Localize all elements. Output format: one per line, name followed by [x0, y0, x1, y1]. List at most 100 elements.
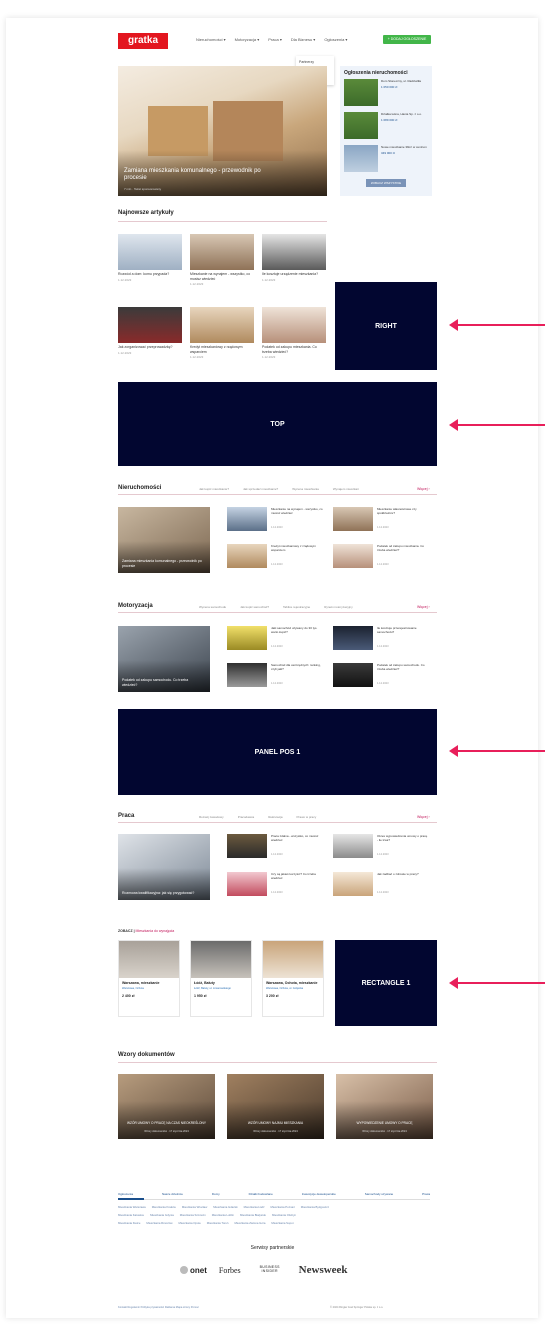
footer-divider — [118, 1198, 430, 1200]
footer-tab[interactable]: Ogłoszenia — [118, 1192, 133, 1196]
nav-item-nieruchomosci[interactable]: Nieruchomości ▾ — [196, 37, 226, 47]
copyright: © 2024 Ringier Axel Springer Polska sp. … — [330, 1306, 384, 1309]
dropdown-item[interactable]: Partnerzy Nieruchomości — [299, 58, 331, 72]
footer-tab[interactable]: Samochody używane — [365, 1192, 394, 1196]
section-heading-praca: Praca — [118, 813, 135, 819]
document-card[interactable]: WZÓR UMOWY O PRACĘ NA CZAS NIEOKREŚLONY … — [118, 1074, 215, 1139]
main-nav: Nieruchomości ▾ Motoryzacja ▾ Praca ▾ Dl… — [196, 37, 347, 47]
article-card[interactable]: Jak zorganizować przeprowadzkę? 1.12.202… — [118, 307, 182, 355]
section-links: Wycena samochodu Jak kupić samochód? Tab… — [199, 605, 353, 609]
listing-item[interactable]: Nowe mieszkanie 39m² w centrum 349 000 zł — [344, 145, 428, 175]
business-insider-logo[interactable]: BUSINESS INSIDER — [253, 1265, 287, 1274]
property-listings-widget: Ogłoszenia nieruchomości Dom Słoneczny, … — [340, 66, 432, 196]
arrow-icon — [449, 419, 545, 431]
listing-thumbnail — [344, 145, 378, 172]
section-main-article[interactable]: Podatek od zakupu samochodu. Co trzeba w… — [118, 626, 210, 692]
arrow-icon — [449, 977, 545, 989]
section-article[interactable]: Kredyt mieszkaniowy z rządowym wsparciem… — [227, 544, 325, 574]
article-image — [262, 234, 326, 270]
section-article[interactable]: Czy są jakieś korzyści? Co trzeba wiedzi… — [227, 872, 325, 902]
section-article[interactable]: Mieszkanie na wynajem - wszystko, co mus… — [227, 507, 325, 537]
nav-item-ogloszenia[interactable]: Ogłoszenia ▾ — [324, 37, 347, 47]
listing-item[interactable]: Dom Słoneczny, ul. Radziwiłła 1 050 000 z… — [344, 79, 428, 109]
footer-tab[interactable]: Nasze dzielnice — [162, 1192, 183, 1196]
article-image — [118, 234, 182, 270]
footer-tab[interactable]: Inwestycje deweloperskie — [302, 1192, 336, 1196]
article-image — [262, 307, 326, 343]
article-card[interactable]: Mieszkanie na wynajem - wszystko, co mus… — [190, 234, 254, 286]
forbes-logo[interactable]: Forbes — [219, 1266, 241, 1275]
section-article[interactable]: Ile kosztuje przerejestrowanie samochodu… — [333, 626, 431, 656]
article-image — [190, 234, 254, 270]
nav-item-motoryzacja[interactable]: Motoryzacja ▾ — [235, 37, 260, 47]
hero-meta: 7 min · Tekst sponsorowany — [124, 187, 162, 191]
add-listing-button[interactable]: + DODAJ OGŁOSZENIE — [383, 35, 431, 44]
section-article[interactable]: Samochód dla oszczędnych: ranking, czyli… — [227, 663, 325, 693]
footer-bottom-links[interactable]: Kontakt Regulamin Polityka prywatności R… — [118, 1306, 199, 1309]
nav-item-dla-biznesu[interactable]: Dla Biznesu ▾ — [291, 37, 315, 47]
divider — [118, 494, 437, 495]
section-more-link[interactable]: Więcej › — [417, 487, 430, 491]
article-image — [190, 307, 254, 343]
offer-card[interactable]: Łódź, Bałuty Łódź, Bałuty, ul. Limanowsk… — [190, 940, 252, 1017]
offer-image — [263, 941, 323, 978]
footer-tab[interactable]: Domy — [212, 1192, 220, 1196]
section-heading-motoryzacja: Motoryzacja — [118, 603, 153, 609]
partners-heading: Serwisy partnerskie — [250, 1245, 295, 1251]
section-main-article[interactable]: Rozmowa kwalifikacyjna: jak się przygoto… — [118, 834, 210, 900]
section-article[interactable]: Podatek od zakupu mieszkania. Co trzeba … — [333, 544, 431, 574]
hero-image-box — [148, 106, 208, 156]
section-main-article[interactable]: Zamiana mieszkania komunalnego - przewod… — [118, 507, 210, 573]
listings-title: Ogłoszenia nieruchomości — [344, 70, 408, 76]
divider — [118, 221, 327, 222]
section-article[interactable]: Podatek od zakupu samochodu. Co trzeba w… — [333, 663, 431, 693]
section-article[interactable]: Jaki samochód używany do 30 tys. warto k… — [227, 626, 325, 656]
gratka-logo[interactable]: gratka — [118, 33, 168, 49]
section-heading-nieruchomosci: Nieruchomości — [118, 485, 162, 491]
section-article[interactable]: Praca zdalna - wszystko, co musisz wiedz… — [227, 834, 325, 864]
section-more-link[interactable]: Więcej › — [417, 605, 430, 609]
divider — [118, 822, 437, 823]
document-card[interactable]: WZÓR UMOWY NAJMU MIESZKANIA Wzory dokume… — [227, 1074, 324, 1139]
offer-card[interactable]: Warszawa, Ochota, mieszkanie Warszawa, O… — [262, 940, 324, 1017]
section-article[interactable]: Okres wypowiedzenia umowy o pracę - ile … — [333, 834, 431, 864]
divider — [118, 1062, 437, 1063]
partner-logos: onet Forbes BUSINESS INSIDER Newsweek — [180, 1264, 380, 1276]
divider — [118, 612, 437, 613]
article-card[interactable]: Kredyt mieszkaniowy z rządowym wsparciem… — [190, 307, 254, 359]
section-links: Jak kupić mieszkanie? Jak sprzedać miesz… — [199, 487, 359, 491]
footer-tab[interactable]: Działki budowlane — [249, 1192, 273, 1196]
ad-slot-rectangle-1: RECTANGLE 1 — [335, 940, 437, 1026]
hero-article[interactable]: Zamiana mieszkania komunalnego - przewod… — [118, 66, 327, 196]
listing-item[interactable]: Działka leśna, Hania Sp. z o.o. 1 089 000… — [344, 112, 428, 142]
footer-links: Mieszkania Warszawa Mieszkania Kraków Mies… — [118, 1205, 330, 1225]
article-card[interactable]: Podatek od zakupu mieszkania. Co trzeba … — [262, 307, 326, 359]
footer-tab[interactable]: Praca — [422, 1192, 430, 1196]
arrow-icon — [449, 319, 545, 331]
nav-item-praca[interactable]: Praca ▾ — [268, 37, 282, 47]
offers-link[interactable]: Mieszkania do wynajęcia — [136, 929, 175, 933]
arrow-icon — [449, 745, 545, 757]
document-card[interactable]: WYPOWIEDZENIE UMOWY O PRACĘ Wzory dokume… — [336, 1074, 433, 1139]
onet-logo[interactable]: onet — [180, 1266, 207, 1275]
section-links: Rozwój zawodowy Pracodawca Rekrutacja Pr… — [199, 815, 317, 819]
documents-heading: Wzory dokumentów — [118, 1052, 175, 1058]
onet-dot-icon — [180, 1266, 188, 1274]
section-article[interactable]: Mieszkanie własnościowe czy spółdzielcze… — [333, 507, 431, 537]
see-all-listings-button[interactable]: ZOBACZ WSZYSTKIE — [366, 179, 406, 187]
listing-thumbnail — [344, 79, 378, 106]
article-card[interactable]: Ile kosztuje urządzenie mieszkania? 1.12… — [262, 234, 326, 282]
offer-image — [191, 941, 251, 978]
footer-tabs: Ogłoszenia Nasze dzielnice Domy Działki … — [118, 1192, 430, 1196]
newsweek-logo[interactable]: Newsweek — [299, 1264, 348, 1276]
hero-title[interactable]: Zamiana mieszkania komunalnego - przewod… — [124, 168, 274, 182]
latest-articles-heading: Najnowsze artykuły — [118, 210, 174, 216]
section-article[interactable]: Jak zadbać o zdrowie w pracy? 1.12.2023 — [333, 872, 431, 902]
offer-card[interactable]: Warszawa, mieszkanie Warszawa, Ochota 2 … — [118, 940, 180, 1017]
article-card[interactable]: Rozwód a dom: komu przypada? 1.12.2023 — [118, 234, 182, 282]
ad-slot-top: TOP — [118, 382, 437, 466]
offer-image — [119, 941, 179, 978]
section-more-link[interactable]: Więcej › — [417, 815, 430, 819]
listing-thumbnail — [344, 112, 378, 139]
ad-slot-panel-pos-1: PANEL POS 1 — [118, 709, 437, 795]
